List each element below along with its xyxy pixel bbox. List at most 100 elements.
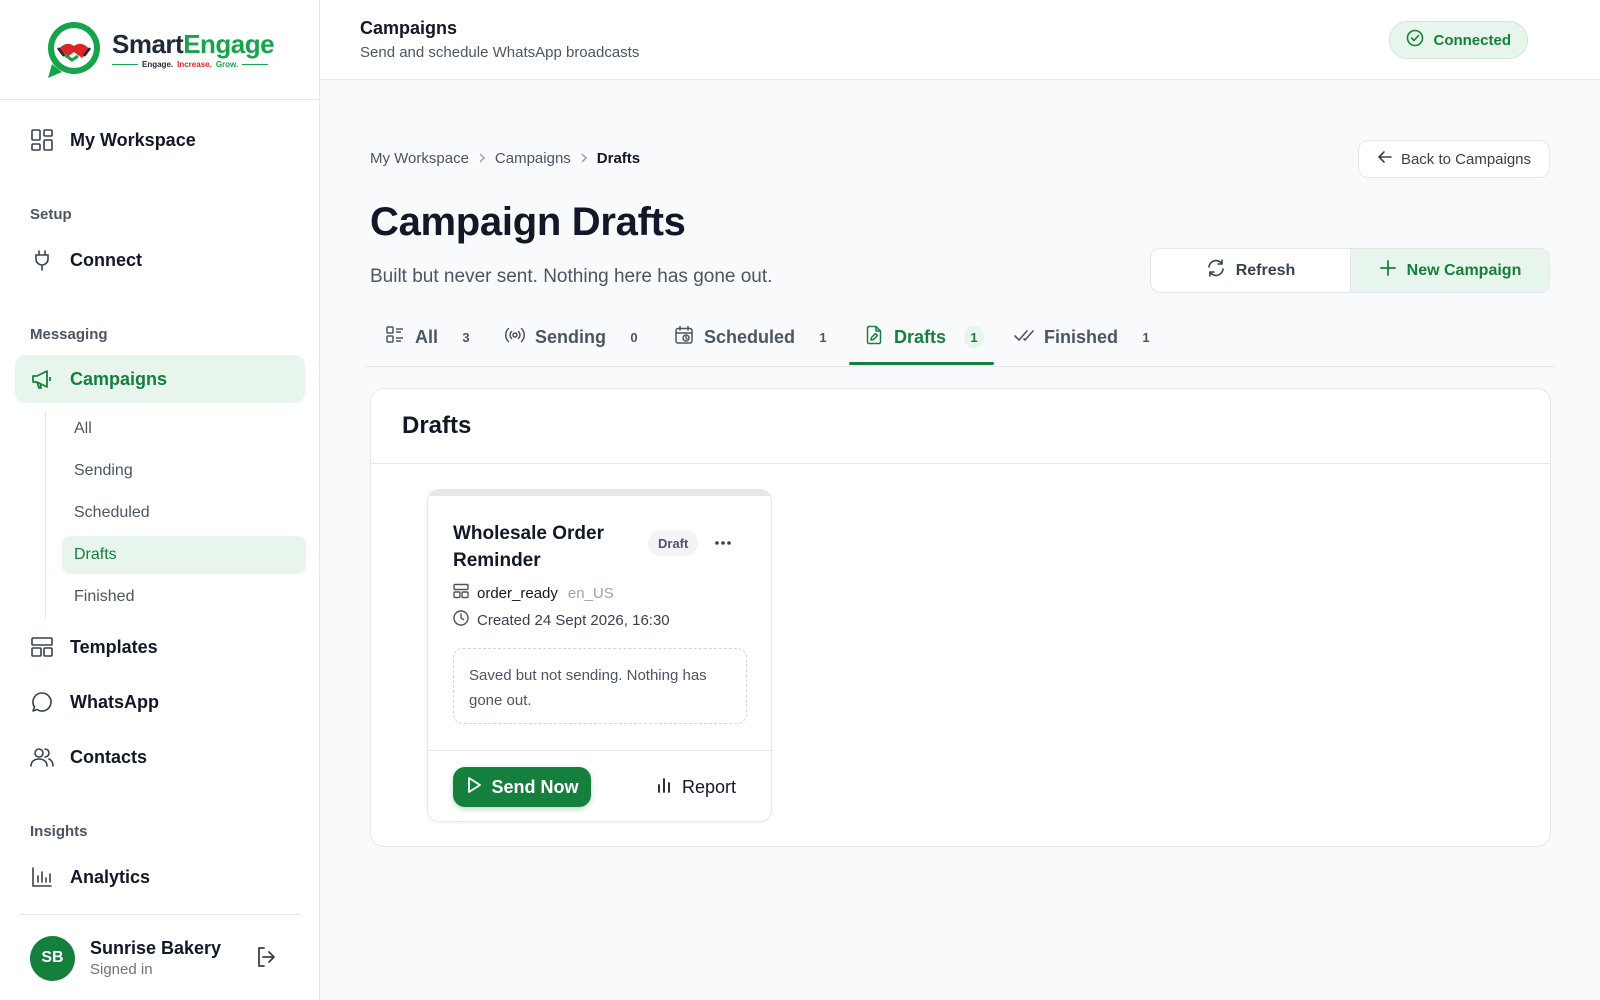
refresh-button[interactable]: Refresh (1151, 249, 1351, 292)
chevron-right-icon (477, 151, 487, 166)
user-profile: SB Sunrise Bakery Signed in (30, 935, 290, 981)
page-subtitle: Built but never sent. Nothing here has g… (370, 266, 773, 287)
breadcrumb-campaigns[interactable]: Campaigns (495, 150, 571, 167)
bar-chart-icon (656, 776, 674, 799)
tab-label: Scheduled (704, 326, 796, 347)
tab-count: 1 (819, 329, 827, 345)
campaign-tabs: All 3 Sending 0 Scheduled 1 Drafts 1 Fin… (365, 315, 1555, 367)
tab-count: 1 (1142, 329, 1150, 345)
panel-title: Drafts (371, 389, 1550, 464)
subnav-item-finished[interactable]: Finished (62, 578, 306, 616)
profile-status: Signed in (90, 961, 153, 978)
subnav-item-all[interactable]: All (62, 410, 306, 448)
logout-icon[interactable] (254, 945, 280, 971)
tab-all[interactable]: All 3 (385, 315, 476, 367)
logo-tag-grow: Grow. (215, 60, 239, 69)
arrow-left-icon (1377, 149, 1393, 169)
plus-icon (1379, 259, 1397, 282)
grid-icon (30, 128, 54, 152)
drafts-panel: Drafts Wholesale Order Reminder Draft or… (370, 388, 1551, 847)
file-edit-icon (864, 325, 884, 350)
megaphone-icon (30, 367, 54, 391)
clock-icon (453, 610, 469, 630)
created-date: Created 24 Sept 2026, 16:30 (477, 611, 670, 629)
sidebar-item-connect[interactable]: Connect (15, 236, 305, 284)
template-row: order_ready en_US (453, 583, 614, 603)
section-label-setup: Setup (30, 206, 72, 223)
sidebar-item-whatsapp[interactable]: WhatsApp (15, 678, 305, 726)
template-language: en_US (567, 584, 614, 602)
calendar-clock-icon (674, 325, 694, 350)
template-name: order_ready (477, 584, 558, 602)
send-now-label: Send Now (491, 776, 579, 797)
avatar: SB (30, 935, 75, 981)
refresh-icon (1206, 258, 1226, 283)
report-button[interactable]: Report (646, 767, 746, 807)
double-check-icon (1014, 325, 1034, 350)
sidebar-item-analytics[interactable]: Analytics (15, 853, 305, 901)
card-actions: Send Now Report (428, 750, 771, 821)
breadcrumb-workspace[interactable]: My Workspace (370, 150, 469, 167)
subnav-item-scheduled[interactable]: Scheduled (62, 494, 306, 532)
tab-label: Sending (535, 326, 606, 347)
back-to-campaigns-button[interactable]: Back to Campaigns (1358, 140, 1550, 178)
tab-sending[interactable]: Sending 0 (504, 315, 644, 367)
report-label: Report (681, 776, 737, 797)
draft-note: Saved but not sending. Nothing has gone … (453, 648, 747, 724)
new-campaign-label: New Campaign (1406, 261, 1522, 279)
users-icon (30, 745, 54, 769)
logo-name-part2: Engage (183, 29, 275, 59)
card-status-bar (428, 490, 771, 496)
broadcast-icon (504, 325, 526, 350)
section-label-insights: Insights (30, 823, 88, 840)
page-actions: Refresh New Campaign (1150, 248, 1550, 293)
tab-label: All (415, 326, 439, 347)
sidebar-item-label: My Workspace (70, 129, 196, 150)
play-icon (465, 776, 483, 799)
new-campaign-button[interactable]: New Campaign (1351, 249, 1549, 292)
tab-scheduled[interactable]: Scheduled 1 (674, 315, 833, 367)
refresh-label: Refresh (1235, 261, 1296, 279)
list-icon (385, 325, 405, 350)
sidebar-item-campaigns[interactable]: Campaigns (15, 355, 305, 403)
tab-label: Finished (1044, 326, 1119, 347)
bar-chart-icon (30, 865, 54, 889)
sidebar-item-label: Contacts (70, 746, 148, 767)
template-icon (453, 583, 469, 603)
header-subtitle: Send and schedule WhatsApp broadcasts (360, 44, 640, 61)
campaign-title: Wholesale Order Reminder (453, 523, 604, 571)
sidebar-item-templates[interactable]: Templates (15, 623, 305, 671)
header-title: Campaigns (360, 18, 458, 38)
tab-drafts[interactable]: Drafts 1 (864, 315, 985, 367)
tab-count: 0 (630, 329, 638, 345)
profile-name: Sunrise Bakery (90, 938, 222, 958)
sidebar-item-label: Templates (70, 636, 158, 657)
sidebar-item-contacts[interactable]: Contacts (15, 733, 305, 781)
subnav-item-sending[interactable]: Sending (62, 452, 306, 490)
top-header: Campaigns Send and schedule WhatsApp bro… (320, 0, 1600, 80)
tab-count: 3 (462, 329, 470, 345)
tab-count: 1 (964, 326, 985, 348)
breadcrumb: My Workspace Campaigns Drafts (370, 150, 640, 167)
plug-icon (30, 248, 54, 272)
subnav-item-drafts[interactable]: Drafts (62, 536, 306, 574)
connection-status-badge: Connected (1389, 21, 1528, 59)
check-circle-icon (1406, 29, 1424, 51)
send-now-button[interactable]: Send Now (453, 767, 591, 807)
logo-tag-engage: Engage. (142, 60, 174, 69)
sidebar-item-label: Analytics (70, 866, 151, 887)
sidebar-item-label: WhatsApp (70, 691, 159, 712)
campaign-card: Wholesale Order Reminder Draft order_rea… (427, 489, 772, 822)
connection-status-label: Connected (1433, 31, 1511, 49)
back-button-label: Back to Campaigns (1400, 150, 1532, 168)
sidebar: SmartEngage Engage. Increase. Grow. My W… (0, 0, 320, 1000)
active-tab-indicator (849, 362, 994, 365)
campaigns-subnav: All Sending Scheduled Drafts Finished (45, 410, 306, 618)
sidebar-item-workspace[interactable]: My Workspace (15, 116, 305, 164)
sidebar-divider (20, 914, 300, 915)
tab-finished[interactable]: Finished 1 (1014, 315, 1156, 367)
logo[interactable]: SmartEngage Engage. Increase. Grow. (0, 0, 319, 100)
template-icon (30, 635, 54, 659)
more-options-icon[interactable] (710, 531, 736, 555)
tab-label: Drafts (894, 326, 947, 347)
